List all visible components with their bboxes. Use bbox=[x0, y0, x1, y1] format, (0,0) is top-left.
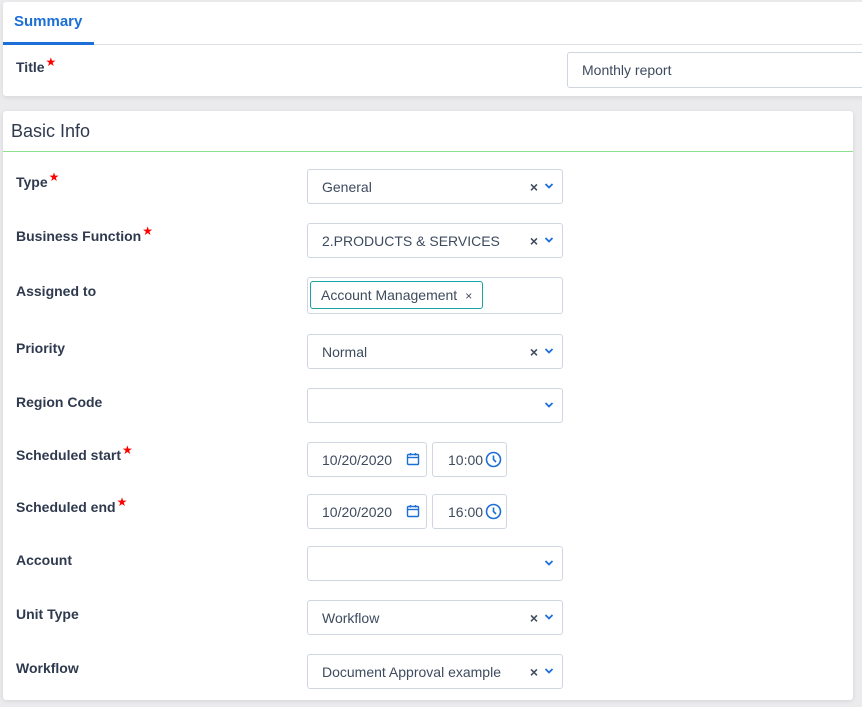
type-label-text: Type bbox=[16, 174, 48, 190]
scheduled-end-date-input[interactable]: 10/20/2020 bbox=[307, 494, 427, 529]
clock-icon[interactable] bbox=[485, 451, 502, 468]
scheduled-end-date: 10/20/2020 bbox=[322, 504, 393, 520]
account-select[interactable] bbox=[307, 546, 563, 581]
business-function-select[interactable]: 2.PRODUCTS & SERVICES × bbox=[307, 223, 563, 258]
scheduled-start-date-input[interactable]: 10/20/2020 bbox=[307, 442, 427, 477]
required-star-icon: ★ bbox=[142, 224, 153, 238]
workflow-label: Workflow bbox=[16, 660, 79, 676]
assigned-tag: Account Management × bbox=[310, 281, 484, 309]
priority-select[interactable]: Normal × bbox=[307, 334, 563, 369]
title-input[interactable] bbox=[567, 52, 862, 88]
clear-icon[interactable]: × bbox=[530, 344, 538, 360]
scheduled-end-label: Scheduled end★ bbox=[16, 495, 127, 515]
scheduled-end-label-text: Scheduled end bbox=[16, 499, 116, 515]
required-star-icon: ★ bbox=[45, 55, 57, 69]
title-label-text: Title bbox=[16, 59, 45, 75]
region-code-label: Region Code bbox=[16, 394, 103, 410]
clock-icon[interactable] bbox=[485, 503, 502, 520]
chevron-down-icon[interactable] bbox=[544, 346, 554, 356]
assigned-to-multiselect[interactable]: Account Management × bbox=[307, 277, 563, 314]
tab-summary[interactable]: Summary bbox=[3, 2, 94, 45]
title-label: Title★ bbox=[16, 55, 56, 75]
business-function-label: Business Function★ bbox=[16, 224, 153, 244]
tab-bar: Summary bbox=[3, 2, 862, 45]
type-value: General bbox=[322, 179, 372, 195]
chevron-down-icon[interactable] bbox=[544, 666, 554, 676]
workflow-value: Document Approval example bbox=[322, 664, 501, 680]
clear-icon[interactable]: × bbox=[530, 664, 538, 680]
basic-info-card: Basic Info Type★ General × Business Func… bbox=[3, 111, 853, 700]
chevron-down-icon[interactable] bbox=[544, 612, 554, 622]
clear-icon[interactable]: × bbox=[530, 179, 538, 195]
assigned-to-label: Assigned to bbox=[16, 283, 97, 299]
clear-icon[interactable]: × bbox=[530, 233, 538, 249]
type-select[interactable]: General × bbox=[307, 169, 563, 204]
remove-tag-icon[interactable]: × bbox=[465, 289, 472, 303]
priority-value: Normal bbox=[322, 344, 368, 360]
workflow-select[interactable]: Document Approval example × bbox=[307, 654, 563, 689]
unit-type-select[interactable]: Workflow × bbox=[307, 600, 563, 635]
calendar-icon[interactable] bbox=[406, 504, 420, 518]
scheduled-end-time: 16:00 bbox=[448, 504, 484, 520]
required-star-icon: ★ bbox=[116, 495, 128, 509]
region-code-select[interactable] bbox=[307, 388, 563, 423]
section-title: Basic Info bbox=[3, 111, 853, 152]
scheduled-start-label-text: Scheduled start bbox=[16, 447, 122, 463]
chevron-down-icon[interactable] bbox=[544, 558, 554, 568]
type-label: Type★ bbox=[16, 170, 59, 190]
calendar-icon[interactable] bbox=[406, 452, 420, 466]
chevron-down-icon[interactable] bbox=[544, 235, 554, 245]
scheduled-end-time-input[interactable]: 16:00 bbox=[432, 494, 507, 529]
scheduled-start-time: 10:00 bbox=[448, 452, 484, 468]
assigned-tag-label: Account Management bbox=[321, 287, 458, 303]
business-function-value: 2.PRODUCTS & SERVICES bbox=[322, 233, 500, 249]
business-function-label-text: Business Function bbox=[16, 228, 142, 244]
scheduled-start-date: 10/20/2020 bbox=[322, 452, 393, 468]
chevron-down-icon[interactable] bbox=[544, 181, 554, 191]
chevron-down-icon[interactable] bbox=[544, 400, 554, 410]
scheduled-start-time-input[interactable]: 10:00 bbox=[432, 442, 507, 477]
scheduled-start-label: Scheduled start★ bbox=[16, 443, 133, 463]
required-star-icon: ★ bbox=[48, 170, 60, 184]
unit-type-value: Workflow bbox=[322, 610, 380, 626]
clear-icon[interactable]: × bbox=[530, 610, 538, 626]
priority-label: Priority bbox=[16, 340, 66, 356]
account-label: Account bbox=[16, 552, 72, 568]
summary-card: Summary Title★ bbox=[3, 2, 862, 96]
required-star-icon: ★ bbox=[122, 443, 133, 457]
unit-type-label: Unit Type bbox=[16, 606, 79, 622]
